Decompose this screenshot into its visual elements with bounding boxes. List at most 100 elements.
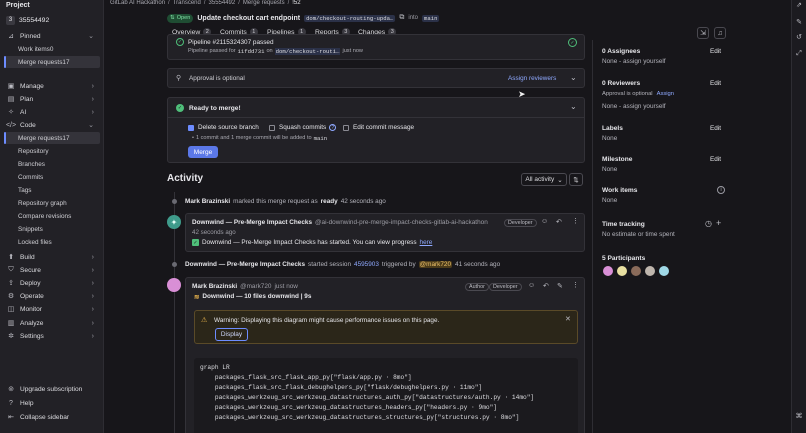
sidebar-item-repository[interactable]: Repository	[4, 145, 100, 157]
edit-icon[interactable]: ✎	[557, 282, 563, 290]
chat-icon[interactable]: ✎	[794, 17, 804, 27]
more-actions-icon[interactable]: ⋮	[572, 217, 579, 225]
clock-icon[interactable]: ◷	[705, 219, 712, 228]
milestone-edit-button[interactable]: Edit	[710, 156, 721, 163]
notifications-bell-icon[interactable]: ♫	[714, 27, 726, 39]
breadcrumb-item[interactable]: !52	[292, 0, 300, 6]
open-in-icon[interactable]: ⇲	[697, 27, 709, 39]
target-branch[interactable]: main	[422, 14, 440, 22]
assignees-value[interactable]: None - assign yourself	[602, 58, 666, 65]
chevron-down-icon[interactable]: ⌄	[570, 102, 577, 111]
event-user[interactable]: Downwind — Pre-Merge Impact Checks	[185, 261, 305, 268]
participant-avatar[interactable]	[617, 266, 627, 276]
display-button-label: Display	[220, 331, 243, 338]
sidebar-item-locked-files[interactable]: Locked files	[4, 236, 100, 248]
code-icon: </>	[5, 121, 17, 129]
sidebar-item-merge-requests-pinned[interactable]: Merge requests 17	[4, 56, 100, 68]
status-label: Open	[176, 15, 191, 21]
sidebar-item-operate[interactable]: ⚙ Operate ›	[4, 290, 100, 302]
help-link[interactable]: ? Help	[4, 397, 100, 409]
assign-reviewers-button[interactable]: Assign reviewers	[508, 75, 556, 82]
sidebar-item-branches[interactable]: Branches	[4, 158, 100, 170]
copy-icon[interactable]: ⧉	[399, 14, 404, 22]
emoji-icon[interactable]: ☺	[528, 282, 535, 289]
more-actions-icon[interactable]: ⋮	[572, 281, 579, 289]
sidebar-item-commits[interactable]: Commits	[4, 171, 100, 183]
sidebar-item-monitor[interactable]: ◫ Monitor ›	[4, 303, 100, 315]
breadcrumb-item[interactable]: Merge requests	[243, 0, 285, 6]
sort-order-button[interactable]: ⇅	[569, 173, 583, 186]
assignees-edit-button[interactable]: Edit	[710, 48, 721, 55]
breadcrumb-item[interactable]: 35554492	[209, 0, 236, 6]
participants-label: 5 Participants	[602, 255, 646, 262]
sidebar-item-build[interactable]: ⬆ Build ›	[4, 251, 100, 263]
reviewers-assign-link[interactable]: Assign	[657, 91, 674, 97]
sidebar-item-work-items[interactable]: Work items 0	[4, 43, 100, 55]
comment-author[interactable]: Downwind — Pre-Merge Impact Checks	[192, 219, 312, 226]
ai-icon: ✧	[8, 109, 14, 116]
comment-author[interactable]: Mark Brazinski	[192, 283, 237, 290]
session-link[interactable]: 4595903	[354, 261, 379, 268]
pipeline-status[interactable]: Pipeline #2115324307 passed	[188, 39, 274, 46]
close-icon[interactable]: ✕	[565, 315, 571, 323]
add-icon[interactable]: +	[716, 218, 721, 228]
merge-note-text: 1 commit and 1 merge commit will be adde…	[195, 135, 312, 141]
comment-handle[interactable]: @ai-downwind-pre-merge-impact-checks-git…	[315, 219, 488, 226]
info-icon[interactable]: i	[717, 186, 725, 194]
edit-commit-message-checkbox[interactable]: Edit commit message	[343, 124, 414, 131]
participant-avatar[interactable]	[645, 266, 655, 276]
pipeline-branch[interactable]: dom/checkout-routi…	[274, 48, 341, 55]
role-badge: Developer	[489, 283, 522, 291]
project-switcher[interactable]: 3 35554492	[4, 14, 100, 26]
sidebar-item-manage[interactable]: ▣ Manage ›	[4, 80, 100, 92]
sidebar-item-analyze[interactable]: ▥ Analyze ›	[4, 317, 100, 329]
emoji-icon[interactable]: ☺	[541, 218, 548, 225]
delete-source-branch-checkbox[interactable]: Delete source branch	[188, 124, 259, 131]
pipeline-stage-icon[interactable]: ✓	[568, 38, 577, 47]
commit-sha[interactable]: 11fdd731	[238, 48, 265, 55]
source-branch[interactable]: dom/checkout-routing-upda…	[304, 14, 396, 22]
merge-button[interactable]: Merge	[188, 146, 218, 158]
collapse-sidebar-button[interactable]: ⇤ Collapse sidebar	[4, 411, 100, 423]
breadcrumb-item[interactable]: GitLab AI Hackathon	[110, 0, 165, 6]
chevron-down-icon[interactable]: ⌄	[570, 73, 577, 82]
upgrade-subscription-link[interactable]: ⊚ Upgrade subscription	[4, 383, 100, 395]
external-link-icon[interactable]: ⇗	[794, 0, 804, 10]
avatar[interactable]	[167, 278, 181, 292]
participant-avatar[interactable]	[659, 266, 669, 276]
sidebar-item-merge-requests[interactable]: Merge requests 17	[4, 132, 100, 144]
help-icon[interactable]: ?	[329, 124, 337, 131]
sidebar-item-secure[interactable]: ⛉ Secure ›	[4, 264, 100, 276]
sidebar-item-compare-revisions[interactable]: Compare revisions	[4, 210, 100, 222]
sidebar-item-deploy[interactable]: ⇪ Deploy ›	[4, 277, 100, 289]
participant-avatar[interactable]	[603, 266, 613, 276]
avatar[interactable]: ✦	[167, 215, 181, 229]
event-user[interactable]: Mark Brazinski	[185, 198, 230, 205]
sidebar-item-code[interactable]: </> Code ⌄	[4, 119, 100, 131]
duo-icon[interactable]: ⌘	[794, 411, 804, 421]
sidebar-item-settings[interactable]: ✲ Settings ›	[4, 330, 100, 342]
sidebar-item-tags[interactable]: Tags	[4, 184, 100, 196]
user-mention[interactable]: @mark720	[418, 261, 453, 268]
comment-handle[interactable]: @mark720	[240, 283, 271, 290]
sidebar-item-ai[interactable]: ✧ AI ›	[4, 106, 100, 118]
progress-link[interactable]: here	[420, 239, 433, 246]
sidebar-item-plan[interactable]: ▤ Plan ›	[4, 93, 100, 105]
expand-icon[interactable]: ⤢	[794, 49, 804, 59]
labels-edit-button[interactable]: Edit	[710, 125, 721, 132]
reply-icon[interactable]: ↶	[543, 282, 549, 290]
history-icon[interactable]: ↺	[794, 32, 804, 42]
reviewers-value[interactable]: None - assign yourself	[602, 103, 666, 110]
sidebar-item-repository-graph[interactable]: Repository graph	[4, 197, 100, 209]
participant-avatar[interactable]	[631, 266, 641, 276]
reply-icon[interactable]: ↶	[556, 218, 562, 226]
sidebar-pinned-toggle[interactable]: ⊿ Pinned ⌄	[4, 30, 100, 42]
sidebar-item-snippets[interactable]: Snippets	[4, 223, 100, 235]
reviewers-edit-button[interactable]: Edit	[710, 80, 721, 87]
activity-filter-dropdown[interactable]: All activity ⌄	[521, 173, 567, 186]
squash-commits-checkbox[interactable]: Squash commits ?	[269, 124, 337, 131]
sidebar-item-label: Help	[20, 399, 34, 407]
event-ready-word: ready	[320, 198, 338, 205]
breadcrumb-item[interactable]: Transcend	[173, 0, 201, 6]
display-button[interactable]: Display	[215, 328, 248, 341]
